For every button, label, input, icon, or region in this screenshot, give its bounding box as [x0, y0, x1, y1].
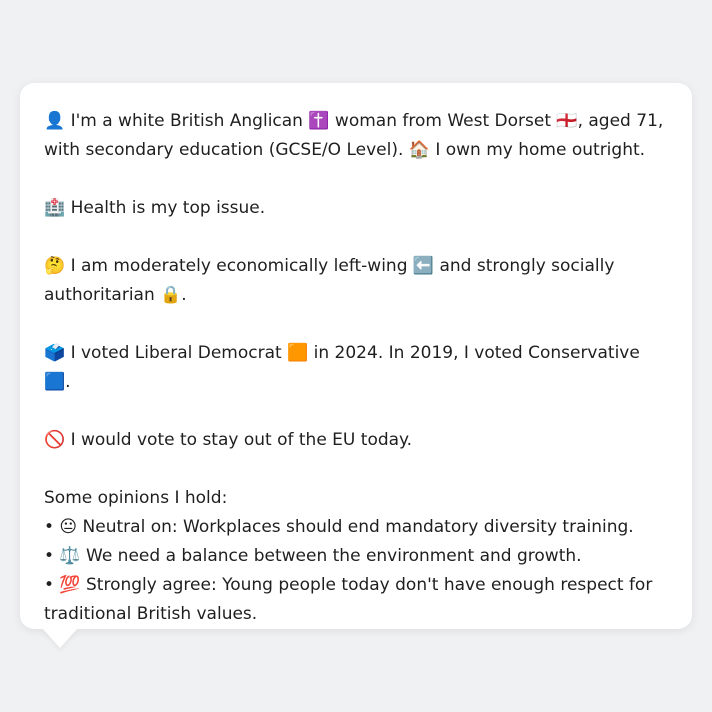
intro-line-2: with secondary education (GCSE/O Level).… [44, 140, 646, 160]
opinion-item-1: • 😐 Neutral on: Workplaces should end ma… [44, 517, 634, 537]
opinion-item-2: • ⚖️ We need a balance between the envir… [44, 546, 582, 566]
intro-line-1: 👤 I'm a white British Anglican ✝️ woman … [44, 111, 664, 131]
eu-paragraph: 🚫 I would vote to stay out of the EU tod… [44, 426, 668, 455]
opinion-item-3-line-2: traditional British values. [44, 604, 258, 624]
eu-text: 🚫 I would vote to stay out of the EU tod… [44, 430, 413, 450]
opinions-paragraph: Some opinions I hold: • 😐 Neutral on: Wo… [44, 484, 668, 629]
ideology-line-2: authoritarian 🔒. [44, 285, 187, 305]
bubble-tail [42, 628, 78, 648]
opinions-heading: Some opinions I hold: [44, 488, 228, 508]
votes-text: 🗳️ I voted Liberal Democrat 🟧 in 2024. I… [44, 343, 640, 392]
top-issue-paragraph: 🏥 Health is my top issue. [44, 194, 668, 223]
top-issue-text: 🏥 Health is my top issue. [44, 198, 266, 218]
ideology-line-1: 🤔 I am moderately economically left-wing… [44, 256, 615, 276]
votes-paragraph: 🗳️ I voted Liberal Democrat 🟧 in 2024. I… [44, 339, 668, 397]
opinion-item-3-line-1: • 💯 Strongly agree: Young people today d… [44, 575, 653, 595]
ideology-paragraph: 🤔 I am moderately economically left-wing… [44, 252, 668, 310]
intro-paragraph: 👤 I'm a white British Anglican ✝️ woman … [44, 107, 668, 165]
persona-message-bubble: 👤 I'm a white British Anglican ✝️ woman … [20, 83, 692, 629]
